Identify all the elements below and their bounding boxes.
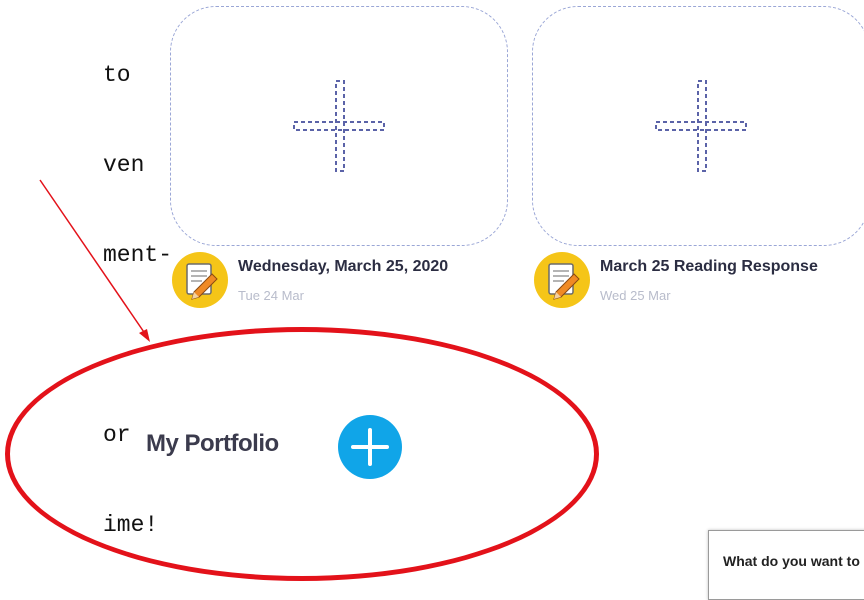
pencil-notepad-icon	[534, 252, 590, 308]
assignment-item-1[interactable]: Wednesday, March 25, 2020 Tue 24 Mar	[172, 252, 512, 312]
assignment-card-2[interactable]	[532, 6, 864, 246]
highlight-ellipse	[5, 327, 599, 581]
assignment-card-1[interactable]	[170, 6, 508, 246]
assignment-date: Tue 24 Mar	[238, 288, 304, 303]
annotation-line: ven	[103, 152, 145, 178]
portfolio-title: My Portfolio	[146, 430, 279, 457]
add-portfolio-button[interactable]	[338, 415, 402, 479]
assignment-date: Wed 25 Mar	[600, 288, 671, 303]
add-plus-icon	[293, 80, 385, 172]
assignment-title[interactable]: Wednesday, March 25, 2020	[238, 258, 448, 276]
prompt-dialog: What do you want to	[708, 530, 864, 600]
add-plus-icon	[655, 80, 747, 172]
annotation-line: ment-	[103, 242, 173, 268]
assignment-title[interactable]: March 25 Reading Response	[600, 258, 818, 276]
prompt-text: What do you want to	[723, 553, 860, 569]
plus-icon	[351, 428, 389, 466]
pencil-notepad-icon	[172, 252, 228, 308]
annotation-line: to	[103, 62, 131, 88]
assignment-item-2[interactable]: March 25 Reading Response Wed 25 Mar	[534, 252, 864, 312]
